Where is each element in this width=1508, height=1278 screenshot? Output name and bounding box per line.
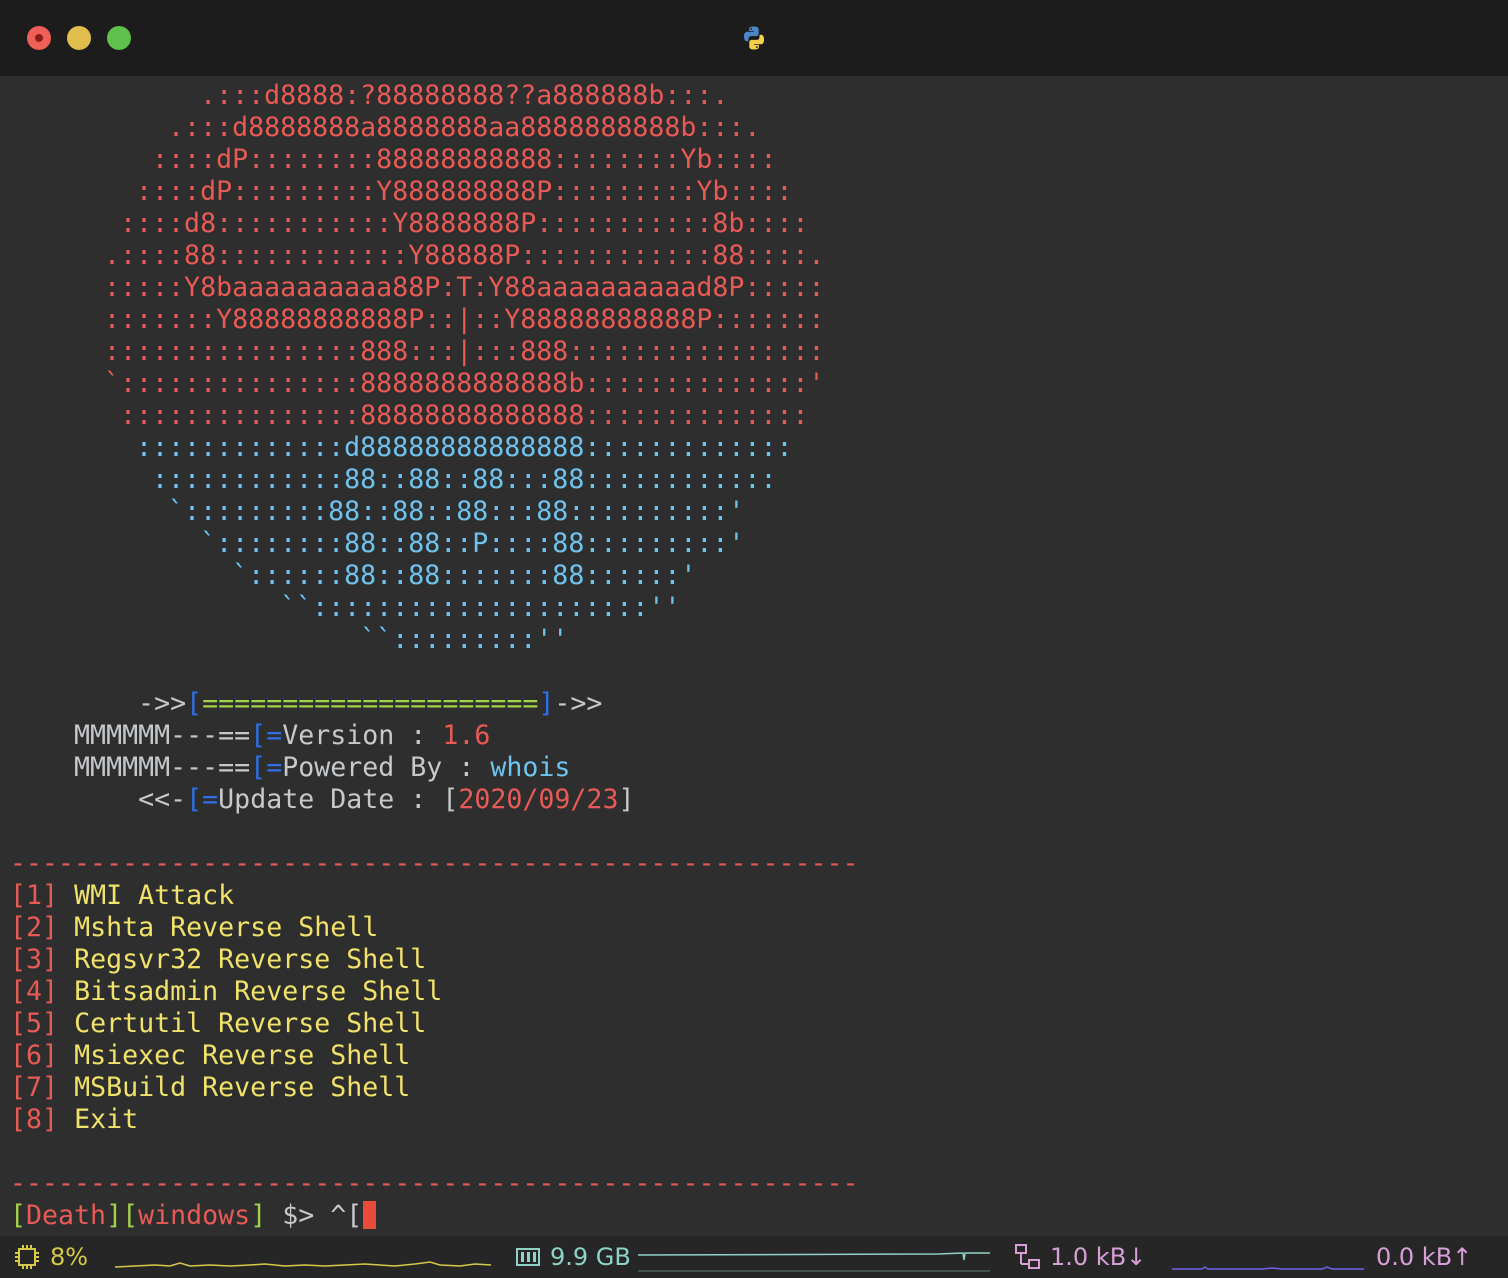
menu-item-number: [2]	[10, 912, 59, 943]
ascii-art-line: ``:::::::::''	[104, 624, 569, 655]
bracket-open: [	[186, 688, 203, 719]
menu-item-label: Exit	[74, 1104, 139, 1135]
update-date-label: Update Date :	[218, 784, 443, 815]
memory-graph	[638, 1252, 990, 1272]
powered-by-label: Powered By :	[282, 752, 491, 783]
shell-prompt[interactable]: [Death][windows] $> ^[	[10, 1200, 377, 1232]
menu-item-number: [5]	[10, 1008, 59, 1039]
separator-bottom: ----------------------------------------…	[10, 1168, 859, 1199]
powered-by-value: whois	[490, 752, 571, 783]
menu-item-label: Bitsadmin Reverse Shell	[74, 976, 443, 1007]
network-icon	[1015, 1244, 1040, 1269]
prompt-user: Death	[26, 1200, 107, 1231]
cpu-icon	[15, 1245, 39, 1269]
ascii-art-line: ``:::::::::::::::::::::''	[104, 592, 681, 623]
ascii-art-line: `::::::::88::88::P::::88:::::::::'	[104, 528, 745, 559]
menu-item-label: MSBuild Reverse Shell	[74, 1072, 411, 1103]
close-window-button[interactable]	[27, 26, 51, 50]
ascii-art-line: ::::dP:::::::::Y888888888P:::::::::Yb:::…	[104, 176, 793, 207]
menu-item-number: [1]	[10, 880, 59, 911]
menu-item[interactable]: [3] Regsvr32 Reverse Shell	[10, 944, 426, 976]
memory-usage: 9.9 GB	[550, 1243, 631, 1271]
menu-item[interactable]: [4] Bitsadmin Reverse Shell	[10, 976, 442, 1008]
terminal-window: .:::d8888:?88888888??a888888b:::. .:::d8…	[0, 0, 1508, 1278]
menu-item[interactable]: [2] Mshta Reverse Shell	[10, 912, 378, 944]
menu-item-label: WMI Attack	[74, 880, 235, 911]
menu-item-label: Regsvr32 Reverse Shell	[74, 944, 427, 975]
menu-item[interactable]: [7] MSBuild Reverse Shell	[10, 1072, 410, 1104]
menu-item-label: Msiexec Reverse Shell	[74, 1040, 411, 1071]
text-cursor	[363, 1201, 377, 1229]
update-date-value: 2020/09/23	[458, 784, 619, 815]
menu-item[interactable]: [1] WMI Attack	[10, 880, 234, 912]
powered-by-line: MMMMMM---==[=Powered By : whois	[74, 752, 571, 783]
ascii-art-line: .:::d8888:?88888888??a888888b:::.	[104, 80, 729, 111]
info-bar-line: ->>[=====================]->>	[10, 688, 602, 720]
menu-item[interactable]: [5] Certutil Reverse Shell	[10, 1008, 426, 1040]
terminal-content[interactable]: .:::d8888:?88888888??a888888b:::. .:::d8…	[0, 76, 1508, 1236]
mmm-prefix: MMMMMM---==	[74, 720, 251, 751]
ascii-art-line: `:::::::::::::::8888888888888b::::::::::…	[104, 368, 825, 399]
ascii-art-line: `::::::88::88:::::::88::::::'	[104, 560, 697, 591]
separator-top: ----------------------------------------…	[10, 848, 859, 879]
memory-icon	[516, 1248, 540, 1266]
ascii-art-line: :::::::::::::::88888888888888:::::::::::…	[104, 400, 809, 431]
menu-item[interactable]: [8] Exit	[10, 1104, 138, 1136]
network-download: 1.0 kB↓	[1050, 1243, 1147, 1271]
ascii-art-line: `:::::::::88::88::88:::88::::::::::'	[104, 496, 745, 527]
ascii-art-line: ::::dP::::::::88888888888::::::::Yb::::	[104, 144, 777, 175]
title-bar	[0, 0, 1508, 76]
cpu-usage: 8%	[50, 1243, 89, 1271]
menu-item[interactable]: [6] Msiexec Reverse Shell	[10, 1040, 410, 1072]
menu-item-number: [6]	[10, 1040, 59, 1071]
status-bar: 8% 9.9 GB 1.0 kB↓ 0.0 kB↑	[0, 1236, 1508, 1278]
python-icon	[744, 26, 764, 50]
ascii-art-line: ::::d8:::::::::::Y8888888P:::::::::::8b:…	[104, 208, 809, 239]
ascii-art-line: ::::::::::::88::88::88:::88::::::::::::	[104, 464, 777, 495]
update-prefix: <<-	[138, 784, 187, 815]
ascii-art-line: .:::d8888888a8888888aa8888888888b:::.	[104, 112, 761, 143]
arrow-right: ->>	[554, 688, 603, 719]
version-label: Version :	[282, 720, 443, 751]
maximize-window-button[interactable]	[107, 26, 131, 50]
prompt-input[interactable]: ^[	[330, 1200, 362, 1231]
minimize-window-button[interactable]	[67, 26, 91, 50]
mmm-prefix: MMMMMM---==	[74, 752, 251, 783]
equals-bar: =====================	[202, 688, 539, 719]
arrow-left: ->>	[138, 688, 187, 719]
menu-item-label: Mshta Reverse Shell	[74, 912, 379, 943]
menu-item-number: [4]	[10, 976, 59, 1007]
ascii-art-line: .::::88::::::::::::Y88888P::::::::::::88…	[104, 240, 825, 271]
cpu-graph	[115, 1261, 491, 1268]
version-line: MMMMMM---==[=Version : 1.6	[74, 720, 491, 751]
ascii-art-line: :::::::::::::d88888888888888::::::::::::…	[104, 432, 793, 463]
bracket-close: ]	[538, 688, 555, 719]
prompt-host: windows	[138, 1200, 251, 1231]
ascii-art-line: :::::Y8baaaaaaaaaa88P:T:Y88aaaaaaaaaad8P…	[104, 272, 825, 303]
menu-item-label: Certutil Reverse Shell	[74, 1008, 427, 1039]
ascii-art-line: ::::::::::::::::888:::|:::888:::::::::::…	[104, 336, 825, 367]
network-upload: 0.0 kB↑	[1376, 1243, 1473, 1271]
network-graph	[1172, 1266, 1364, 1270]
menu-item-number: [8]	[10, 1104, 59, 1135]
prompt-symbol: $>	[266, 1200, 331, 1231]
update-date-line: <<-[=Update Date : [2020/09/23]	[138, 784, 635, 815]
version-value: 1.6	[442, 720, 491, 751]
menu-item-number: [7]	[10, 1072, 59, 1103]
menu-item-number: [3]	[10, 944, 59, 975]
ascii-art-line: :::::::Y88888888888P::|::Y88888888888P::…	[104, 304, 825, 335]
